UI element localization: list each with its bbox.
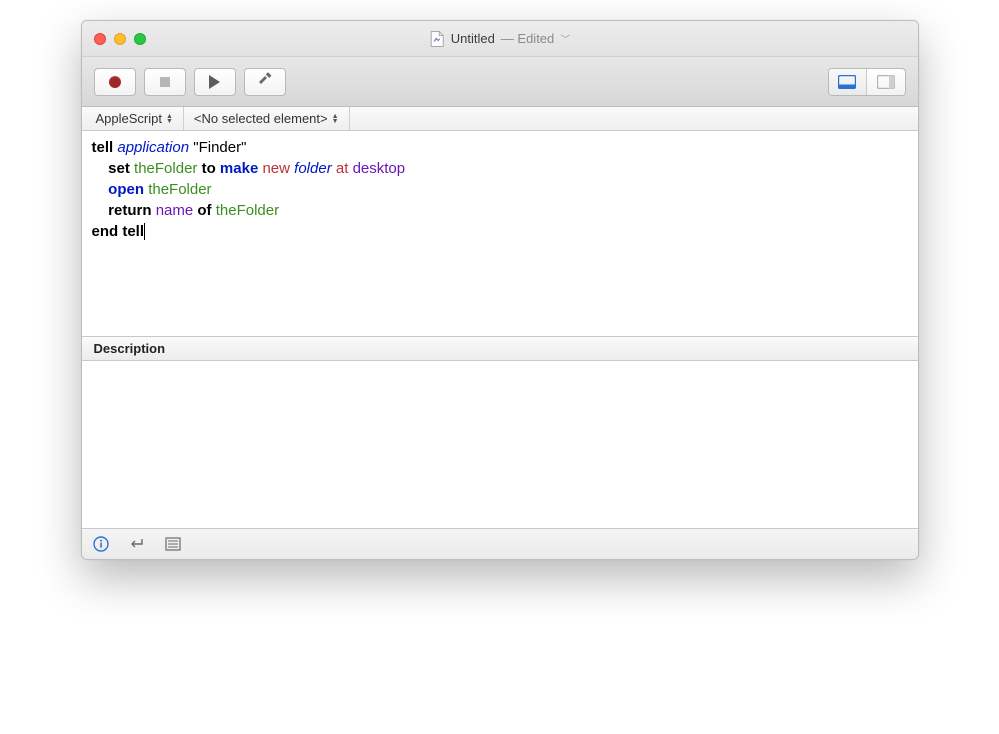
- run-button[interactable]: [194, 68, 236, 96]
- view-mode-segmented: [828, 68, 906, 96]
- description-header[interactable]: Description: [82, 337, 918, 361]
- code-token: new: [262, 160, 290, 177]
- code-token: tell: [92, 139, 114, 156]
- return-arrow-icon[interactable]: [128, 535, 146, 553]
- stop-icon: [160, 77, 170, 87]
- play-icon: [209, 75, 220, 89]
- chevron-down-icon: ﹀: [560, 31, 570, 46]
- code-token: theFolder: [148, 181, 211, 198]
- code-token: theFolder: [216, 202, 279, 219]
- zoom-window-button[interactable]: [134, 33, 146, 45]
- titlebar: Untitled — Edited ﹀: [82, 21, 918, 57]
- script-editor-window: Untitled — Edited ﹀: [81, 20, 919, 560]
- code-token: desktop: [353, 160, 406, 177]
- updown-icon: ▲▼: [166, 114, 173, 124]
- document-name: Untitled: [451, 31, 495, 46]
- toolbar: [82, 57, 918, 107]
- code-token: at: [336, 160, 349, 177]
- text-cursor: [144, 223, 145, 240]
- record-icon: [109, 76, 121, 88]
- view-mode-editor-button[interactable]: [829, 69, 867, 95]
- status-bar: [82, 529, 918, 559]
- traffic-lights: [82, 33, 146, 45]
- code-token: application: [117, 139, 189, 156]
- info-icon[interactable]: [92, 535, 110, 553]
- split-view-icon: [877, 75, 895, 89]
- code-token: end tell: [92, 223, 145, 240]
- minimize-window-button[interactable]: [114, 33, 126, 45]
- element-selector[interactable]: <No selected element> ▲▼: [184, 107, 350, 130]
- code-token: "Finder": [193, 139, 246, 156]
- description-label: Description: [94, 341, 166, 356]
- hammer-icon: [256, 70, 274, 93]
- code-token: theFolder: [134, 160, 197, 177]
- element-selector-label: <No selected element>: [194, 111, 328, 126]
- code-token: of: [197, 202, 211, 219]
- list-icon[interactable]: [164, 535, 182, 553]
- close-window-button[interactable]: [94, 33, 106, 45]
- language-selector-label: AppleScript: [96, 111, 162, 126]
- stop-button[interactable]: [144, 68, 186, 96]
- description-body[interactable]: [82, 361, 918, 529]
- code-token: to: [202, 160, 216, 177]
- navigation-bar: AppleScript ▲▼ <No selected element> ▲▼: [82, 107, 918, 131]
- code-token: folder: [294, 160, 332, 177]
- language-selector[interactable]: AppleScript ▲▼: [82, 107, 184, 130]
- document-icon: [429, 31, 445, 47]
- record-button[interactable]: [94, 68, 136, 96]
- code-token: make: [220, 160, 258, 177]
- updown-icon: ▲▼: [332, 114, 339, 124]
- window-title[interactable]: Untitled — Edited ﹀: [429, 31, 571, 47]
- code-token: return: [108, 202, 151, 219]
- script-editor-area[interactable]: tell application "Finder" set theFolder …: [82, 131, 918, 337]
- code-token: set: [108, 160, 130, 177]
- document-edited-indicator: — Edited: [501, 31, 554, 46]
- view-mode-split-button[interactable]: [867, 69, 905, 95]
- editor-view-icon: [838, 75, 856, 89]
- code-token: open: [108, 181, 144, 198]
- compile-button[interactable]: [244, 68, 286, 96]
- code-token: name: [156, 202, 194, 219]
